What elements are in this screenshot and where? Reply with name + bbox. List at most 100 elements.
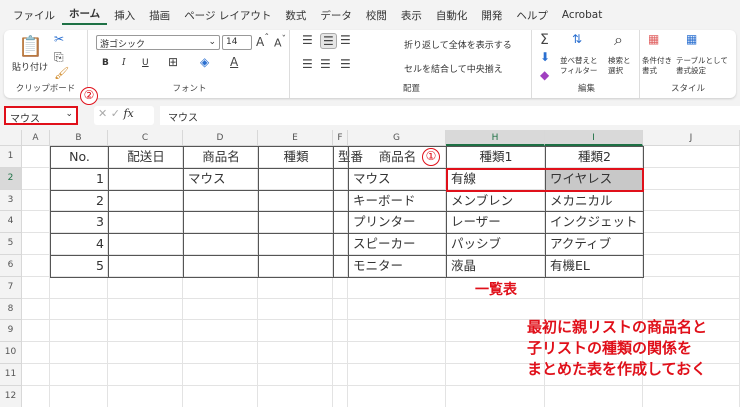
merge-center-button[interactable]: セルを結合して中央揃え (404, 62, 503, 75)
left_table-cell[interactable] (108, 189, 184, 213)
row-header-10[interactable]: 10 (0, 342, 22, 364)
right_table-cell[interactable]: アクティブ (545, 233, 644, 256)
right_table-cell[interactable]: モニター (348, 255, 447, 278)
format-table-button[interactable]: テーブルとして 書式設定 (676, 56, 728, 76)
tab-8[interactable]: 表示 (394, 8, 429, 23)
formula-input[interactable]: マウス (160, 106, 740, 125)
right_table-cell[interactable]: インクジェット (545, 211, 644, 235)
underline-button[interactable]: U (142, 58, 149, 68)
row-header-4[interactable]: 4 (0, 211, 22, 234)
row-header-3[interactable]: 3 (0, 189, 22, 212)
column-header-B[interactable]: B (50, 130, 108, 146)
left_table-cell[interactable] (333, 167, 349, 191)
column-header-A[interactable]: A (22, 130, 50, 146)
left_table-cell[interactable] (333, 211, 349, 235)
align-left-icon[interactable]: ☰ (302, 57, 313, 71)
column-header-F[interactable]: F (333, 130, 348, 146)
tab-5[interactable]: 数式 (278, 8, 313, 23)
format-painter-icon[interactable]: 🖌 (54, 66, 69, 80)
align-center-icon[interactable]: ☰ (320, 57, 331, 71)
right_table-cell[interactable]: キーボード (348, 189, 447, 213)
sort-filter-button[interactable]: 並べ替えと フィルター (560, 56, 598, 76)
sort-filter-icon[interactable]: ⇅ (572, 32, 582, 46)
left_table-cell[interactable] (183, 189, 259, 213)
clear-icon[interactable]: ◆ (540, 68, 549, 82)
row-header-6[interactable]: 6 (0, 255, 22, 277)
right_table-cell[interactable]: メカニカル (545, 189, 644, 213)
right_table-cell[interactable]: プリンター (348, 211, 447, 235)
right_table-cell[interactable]: マウス (348, 167, 447, 191)
left_table-cell[interactable]: 2 (50, 189, 109, 213)
fx-button[interactable]: fx (123, 107, 133, 120)
left_table-cell[interactable] (258, 189, 334, 213)
copy-icon[interactable]: ⎘ (54, 50, 64, 65)
left_table-cell[interactable] (258, 255, 334, 278)
increase-font-icon[interactable]: Aˆ (256, 33, 269, 49)
row-header-5[interactable]: 5 (0, 233, 22, 255)
left_table-cell[interactable] (333, 233, 349, 256)
tab-0[interactable]: ファイル (6, 8, 62, 23)
tab-2[interactable]: 挿入 (107, 8, 142, 23)
left_table-cell[interactable] (108, 211, 184, 235)
row-header-7[interactable]: 7 (0, 276, 22, 299)
left_table-cell[interactable] (183, 211, 259, 235)
right_table-cell[interactable]: 有機EL (545, 255, 644, 278)
left_table-cell[interactable]: 1 (50, 167, 109, 191)
select-all-corner[interactable] (0, 130, 22, 146)
tab-6[interactable]: データ (313, 8, 359, 23)
decrease-font-icon[interactable]: Aˇ (274, 34, 286, 50)
format-table-icon[interactable]: ▦ (686, 32, 697, 46)
find-select-button[interactable]: 検索と 選択 (608, 56, 631, 76)
tab-7[interactable]: 校閲 (359, 8, 394, 23)
left_table-cell[interactable] (183, 255, 259, 278)
align-top-icon[interactable]: ☰ (302, 33, 313, 47)
column-header-J[interactable]: J (643, 130, 740, 146)
column-header-I[interactable]: I (545, 130, 643, 146)
font-color-icon[interactable]: A (230, 55, 238, 69)
tab-11[interactable]: ヘルプ (509, 8, 555, 23)
left_table-cell[interactable] (258, 233, 334, 256)
left_table-cell[interactable]: 4 (50, 233, 109, 256)
column-header-G[interactable]: G (348, 130, 446, 146)
row-header-11[interactable]: 11 (0, 364, 22, 386)
left_table-cell[interactable] (108, 233, 184, 256)
enter-icon[interactable]: ✓ (111, 107, 120, 120)
align-bottom-icon[interactable]: ☰ (340, 33, 351, 47)
tab-4[interactable]: ページ レイアウト (177, 8, 278, 23)
align-middle-icon[interactable]: ☰ (320, 33, 337, 49)
left_table-cell[interactable] (333, 189, 349, 213)
left_table-cell[interactable] (333, 255, 349, 278)
fill-color-icon[interactable]: ◈ (200, 55, 209, 69)
left_table-cell[interactable] (108, 167, 184, 191)
tab-9[interactable]: 自動化 (429, 8, 475, 23)
column-header-D[interactable]: D (183, 130, 258, 146)
tab-12[interactable]: Acrobat (555, 9, 610, 21)
left_table-cell[interactable]: マウス (183, 167, 259, 191)
conditional-format-icon[interactable]: ▦ (648, 32, 659, 46)
right_table-cell[interactable]: メンブレン (446, 189, 546, 213)
column-header-C[interactable]: C (108, 130, 183, 146)
paste-icon[interactable]: 📋 (18, 34, 43, 58)
right_table-cell[interactable]: 液晶 (446, 255, 546, 278)
right_table-cell[interactable]: スピーカー (348, 233, 447, 256)
cancel-icon[interactable]: ✕ (98, 107, 107, 120)
font-size-select[interactable]: 14 (222, 35, 252, 50)
spreadsheet-grid[interactable]: A B C D E F G H I J 1 2 3 4 5 6 7 8 9 10 11 12 No. 配送日 商品名 種類 型番 1 マ… (0, 130, 740, 407)
column-header-E[interactable]: E (258, 130, 333, 146)
left_table-cell[interactable] (183, 233, 259, 256)
paste-button[interactable]: 貼り付け (12, 60, 48, 73)
cut-icon[interactable]: ✂ (54, 32, 64, 46)
font-name-select[interactable]: 游ゴシック ⌄ (96, 35, 220, 50)
tab-3[interactable]: 描画 (142, 8, 177, 23)
row-header-8[interactable]: 8 (0, 298, 22, 321)
autosum-icon[interactable]: Σ (540, 32, 549, 48)
row-header-2[interactable]: 2 (0, 167, 22, 190)
name-box[interactable]: マウス ⌄ (4, 106, 78, 125)
row-header-9[interactable]: 9 (0, 320, 22, 343)
column-header-H[interactable]: H (446, 130, 545, 146)
tab-10[interactable]: 開発 (474, 8, 509, 23)
row-header-1[interactable]: 1 (0, 146, 22, 168)
left_table-cell[interactable] (258, 167, 334, 191)
bold-button[interactable]: B (102, 58, 109, 68)
left_table-cell[interactable]: 5 (50, 255, 109, 278)
